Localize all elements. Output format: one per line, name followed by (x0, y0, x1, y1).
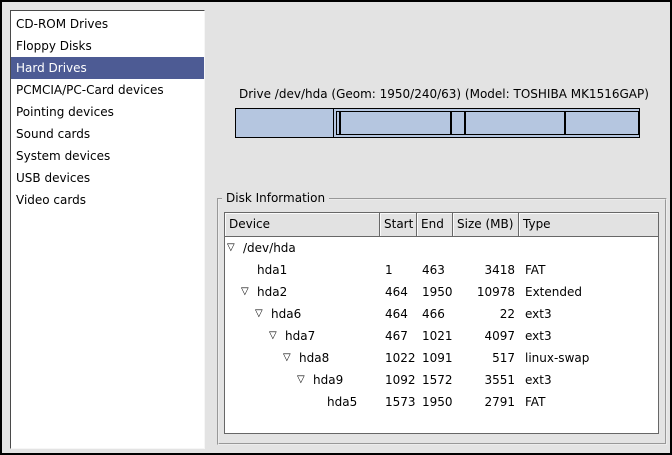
size-cell: 2791 (453, 391, 519, 413)
sidebar-item-hard-drives[interactable]: Hard Drives (11, 57, 204, 79)
end-cell: 1572 (417, 369, 453, 391)
start-cell: 464 (380, 281, 417, 303)
type-cell: ext3 (519, 303, 658, 325)
expander-open-icon[interactable]: ▽ (269, 325, 285, 347)
size-cell: 22 (453, 303, 519, 325)
table-row[interactable]: ▽hda5 1573 1950 2791 FAT (225, 391, 658, 413)
column-header-size[interactable]: Size (MB) (453, 213, 519, 237)
device-label: /dev/hda (243, 237, 296, 259)
hardware-browser-window: CD-ROM Drives Floppy Disks Hard Drives P… (0, 0, 672, 455)
type-cell: Extended (519, 281, 658, 303)
end-cell (417, 237, 453, 259)
device-category-list: CD-ROM Drives Floppy Disks Hard Drives P… (10, 10, 205, 449)
drive-title: Drive /dev/hda (Geom: 1950/240/63) (Mode… (239, 87, 649, 101)
disk-information-group: Disk Information Device Start End Size (… (217, 198, 667, 445)
device-label: hda2 (257, 281, 287, 303)
type-cell (519, 237, 658, 259)
table-row[interactable]: ▽hda6 464 466 22 ext3 (225, 303, 658, 325)
end-cell: 466 (417, 303, 453, 325)
partition-segment-hda5[interactable] (565, 111, 639, 135)
expander-open-icon[interactable]: ▽ (283, 347, 299, 369)
sidebar-item-system-devices[interactable]: System devices (11, 145, 204, 167)
end-cell: 1950 (417, 281, 453, 303)
partition-bar (235, 108, 640, 138)
end-cell: 463 (417, 259, 453, 281)
start-cell: 464 (380, 303, 417, 325)
expander-open-icon[interactable]: ▽ (241, 281, 257, 303)
table-row[interactable]: ▽hda8 1022 1091 517 linux-swap (225, 347, 658, 369)
partition-segment-hda8[interactable] (451, 111, 465, 135)
type-cell: linux-swap (519, 347, 658, 369)
start-cell (380, 237, 417, 259)
device-label: hda6 (271, 303, 301, 325)
type-cell: FAT (519, 391, 658, 413)
end-cell: 1950 (417, 391, 453, 413)
table-row[interactable]: ▽hda9 1092 1572 3551 ext3 (225, 369, 658, 391)
start-cell: 1 (380, 259, 417, 281)
sidebar-item-cdrom-drives[interactable]: CD-ROM Drives (11, 13, 204, 35)
start-cell: 1092 (380, 369, 417, 391)
size-cell: 3551 (453, 369, 519, 391)
end-cell: 1091 (417, 347, 453, 369)
sidebar-item-video-cards[interactable]: Video cards (11, 189, 204, 211)
device-label: hda5 (327, 391, 357, 413)
partition-segment-hda7[interactable] (340, 111, 451, 135)
partition-segment-hda1[interactable] (236, 109, 334, 137)
sidebar-item-pointing-devices[interactable]: Pointing devices (11, 101, 204, 123)
size-cell: 3418 (453, 259, 519, 281)
sidebar-item-sound-cards[interactable]: Sound cards (11, 123, 204, 145)
expander-open-icon[interactable]: ▽ (255, 303, 271, 325)
disk-information-label: Disk Information (222, 191, 329, 206)
sidebar-item-usb-devices[interactable]: USB devices (11, 167, 204, 189)
start-cell: 1573 (380, 391, 417, 413)
column-header-start[interactable]: Start (380, 213, 417, 237)
start-cell: 1022 (380, 347, 417, 369)
device-label: hda1 (257, 259, 287, 281)
end-cell: 1021 (417, 325, 453, 347)
column-header-device[interactable]: Device (225, 213, 380, 237)
device-label: hda9 (313, 369, 343, 391)
sidebar-item-pcmcia-devices[interactable]: PCMCIA/PC-Card devices (11, 79, 204, 101)
column-header-type[interactable]: Type (519, 213, 658, 237)
sidebar-item-floppy-disks[interactable]: Floppy Disks (11, 35, 204, 57)
table-row[interactable]: ▽hda1 1 463 3418 FAT (225, 259, 658, 281)
disk-information-table: Device Start End Size (MB) Type ▽/dev/hd… (224, 212, 659, 434)
size-cell: 4097 (453, 325, 519, 347)
size-cell: 10978 (453, 281, 519, 303)
table-row[interactable]: ▽hda2 464 1950 10978 Extended (225, 281, 658, 303)
type-cell: FAT (519, 259, 658, 281)
start-cell: 467 (380, 325, 417, 347)
table-row[interactable]: ▽/dev/hda (225, 237, 658, 259)
table-row[interactable]: ▽hda7 467 1021 4097 ext3 (225, 325, 658, 347)
column-header-end[interactable]: End (417, 213, 453, 237)
table-header-row: Device Start End Size (MB) Type (225, 213, 658, 237)
size-cell: 517 (453, 347, 519, 369)
device-label: hda7 (285, 325, 315, 347)
expander-open-icon[interactable]: ▽ (297, 369, 313, 391)
partition-segment-hda9[interactable] (465, 111, 565, 135)
type-cell: ext3 (519, 325, 658, 347)
type-cell: ext3 (519, 369, 658, 391)
size-cell (453, 237, 519, 259)
device-label: hda8 (299, 347, 329, 369)
expander-open-icon[interactable]: ▽ (227, 237, 243, 259)
